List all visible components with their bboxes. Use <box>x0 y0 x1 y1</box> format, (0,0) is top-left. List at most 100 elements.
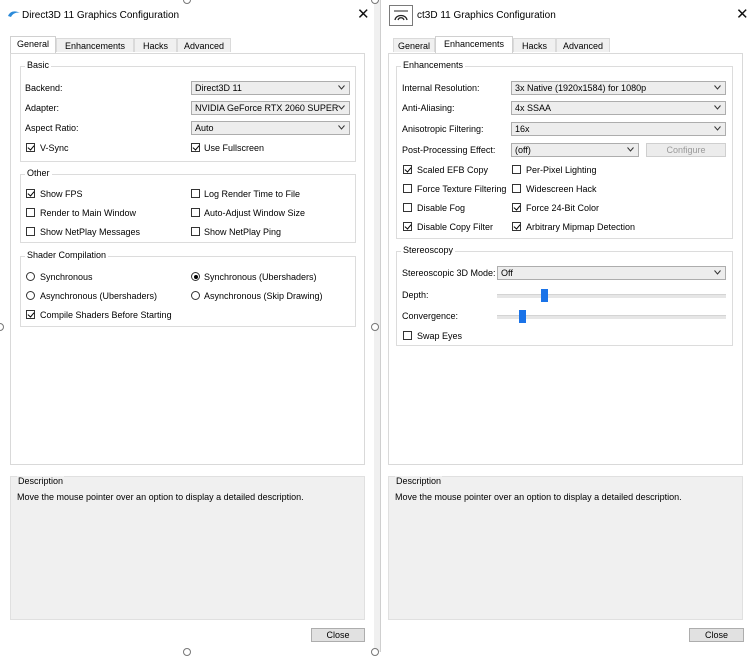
other-group: Other Show FPS Log Render Time to File R… <box>20 168 356 243</box>
tab-advanced[interactable]: Advanced <box>556 38 610 52</box>
force-24bit-color-label: Force 24-Bit Color <box>526 203 600 213</box>
resize-handle[interactable] <box>183 648 191 656</box>
adapter-label: Adapter: <box>25 103 60 113</box>
anisotropic-filtering-select[interactable]: 16x <box>511 122 726 136</box>
enhancements-panel: Enhancements Internal Resolution: 3x Nat… <box>388 53 743 465</box>
left-config-window: Direct3D 11 Graphics Configuration ✕ Gen… <box>0 0 375 656</box>
tab-hacks[interactable]: Hacks <box>513 38 556 52</box>
close-window-icon[interactable]: ✕ <box>357 7 370 22</box>
dolphin-app-icon <box>394 10 408 21</box>
log-render-time-checkbox[interactable] <box>191 189 200 198</box>
group-title-other: Other <box>25 168 52 178</box>
description-box: Description Move the mouse pointer over … <box>388 476 743 620</box>
widescreen-hack-checkbox[interactable] <box>512 184 521 193</box>
show-netplay-ping-checkbox[interactable] <box>191 227 200 236</box>
swap-eyes-checkbox[interactable] <box>403 331 412 340</box>
tab-general[interactable]: General <box>10 36 56 53</box>
description-title: Description <box>17 476 65 486</box>
resize-handle[interactable] <box>371 648 379 656</box>
anisotropic-filtering-value: 16x <box>515 124 530 134</box>
tab-general[interactable]: General <box>393 38 435 52</box>
asynchronous-ubershaders-label: Asynchronous (Ubershaders) <box>40 291 158 301</box>
swap-eyes-label: Swap Eyes <box>417 331 463 341</box>
resize-handle[interactable] <box>371 323 379 331</box>
close-button[interactable]: Close <box>689 628 744 642</box>
backend-label: Backend: <box>25 83 63 93</box>
show-netplay-messages-label: Show NetPlay Messages <box>40 227 141 237</box>
convergence-label: Convergence: <box>402 311 459 321</box>
vsync-label: V-Sync <box>40 143 69 153</box>
anti-aliasing-label: Anti-Aliasing: <box>402 103 455 113</box>
per-pixel-lighting-checkbox[interactable] <box>512 165 521 174</box>
asynchronous-skip-drawing-radio[interactable] <box>191 291 200 300</box>
close-window-icon[interactable]: ✕ <box>736 7 749 22</box>
internal-resolution-select[interactable]: 3x Native (1920x1584) for 1080p <box>511 81 726 95</box>
asynchronous-ubershaders-radio[interactable] <box>26 291 35 300</box>
compile-shaders-checkbox[interactable] <box>26 310 35 319</box>
depth-slider-thumb[interactable] <box>541 289 549 302</box>
scaled-efb-copy-checkbox[interactable] <box>403 165 412 174</box>
chevron-down-icon <box>714 126 721 131</box>
taskbar-app-icon <box>389 5 413 26</box>
auto-adjust-window-label: Auto-Adjust Window Size <box>204 208 306 218</box>
backend-select[interactable]: Direct3D 11 <box>191 81 350 95</box>
synchronous-ubershaders-radio[interactable] <box>191 272 200 281</box>
anti-aliasing-value: 4x SSAA <box>515 103 552 113</box>
general-panel: Basic Backend: Direct3D 11 Adapter: NVID… <box>10 53 365 465</box>
post-processing-select[interactable]: (off) <box>511 143 639 157</box>
anti-aliasing-select[interactable]: 4x SSAA <box>511 101 726 115</box>
aspect-ratio-value: Auto <box>195 123 214 133</box>
window-title: Direct3D 11 Graphics Configuration <box>22 10 180 21</box>
show-netplay-messages-checkbox[interactable] <box>26 227 35 236</box>
tab-enhancements[interactable]: Enhancements <box>435 36 513 53</box>
auto-adjust-window-checkbox[interactable] <box>191 208 200 217</box>
scaled-efb-copy-label: Scaled EFB Copy <box>417 165 489 175</box>
group-title-shader: Shader Compilation <box>25 250 109 260</box>
aspect-ratio-select[interactable]: Auto <box>191 121 350 135</box>
resize-handle[interactable] <box>0 323 4 331</box>
disable-fog-checkbox[interactable] <box>403 203 412 212</box>
chevron-down-icon <box>714 85 721 90</box>
tab-enhancements[interactable]: Enhancements <box>56 38 134 52</box>
chevron-down-icon <box>338 85 345 90</box>
convergence-slider[interactable] <box>497 315 726 319</box>
asynchronous-skip-drawing-label: Asynchronous (Skip Drawing) <box>204 291 323 301</box>
depth-slider[interactable] <box>497 294 726 298</box>
configure-button[interactable]: Configure <box>646 143 726 157</box>
tab-hacks[interactable]: Hacks <box>134 38 177 52</box>
show-fps-checkbox[interactable] <box>26 189 35 198</box>
chevron-down-icon <box>627 147 634 152</box>
group-title-basic: Basic <box>25 60 52 70</box>
show-netplay-ping-label: Show NetPlay Ping <box>204 227 282 237</box>
render-main-window-label: Render to Main Window <box>40 208 137 218</box>
left-titlebar[interactable]: Direct3D 11 Graphics Configuration ✕ <box>0 0 374 31</box>
chevron-down-icon <box>338 105 345 110</box>
close-button[interactable]: Close <box>311 628 365 642</box>
aspect-ratio-label: Aspect Ratio: <box>25 123 79 133</box>
synchronous-ubershaders-label: Synchronous (Ubershaders) <box>204 272 317 282</box>
description-text: Move the mouse pointer over an option to… <box>17 492 304 502</box>
stereo-mode-value: Off <box>501 268 513 278</box>
disable-copy-filter-label: Disable Copy Filter <box>417 222 494 232</box>
use-fullscreen-checkbox[interactable] <box>191 143 200 152</box>
adapter-select[interactable]: NVIDIA GeForce RTX 2060 SUPER <box>191 101 350 115</box>
internal-resolution-label: Internal Resolution: <box>402 83 480 93</box>
force-24bit-color-checkbox[interactable] <box>512 203 521 212</box>
stereo-mode-select[interactable]: Off <box>497 266 726 280</box>
window-title: ct3D 11 Graphics Configuration <box>417 10 556 21</box>
right-titlebar[interactable]: ct3D 11 Graphics Configuration ✕ <box>381 0 751 31</box>
description-title: Description <box>395 476 443 486</box>
vsync-checkbox[interactable] <box>26 143 35 152</box>
stereo-mode-label: Stereoscopic 3D Mode: <box>402 268 496 278</box>
force-texture-filtering-checkbox[interactable] <box>403 184 412 193</box>
render-main-window-checkbox[interactable] <box>26 208 35 217</box>
chevron-down-icon <box>714 105 721 110</box>
group-title-enhancements: Enhancements <box>401 60 466 70</box>
synchronous-radio[interactable] <box>26 272 35 281</box>
convergence-slider-thumb[interactable] <box>519 310 527 323</box>
stereoscopy-group: Stereoscopy Stereoscopic 3D Mode: Off De… <box>396 245 733 346</box>
tab-advanced[interactable]: Advanced <box>177 38 231 52</box>
arbitrary-mipmap-detection-checkbox[interactable] <box>512 222 521 231</box>
disable-copy-filter-checkbox[interactable] <box>403 222 412 231</box>
chevron-down-icon <box>714 270 721 275</box>
